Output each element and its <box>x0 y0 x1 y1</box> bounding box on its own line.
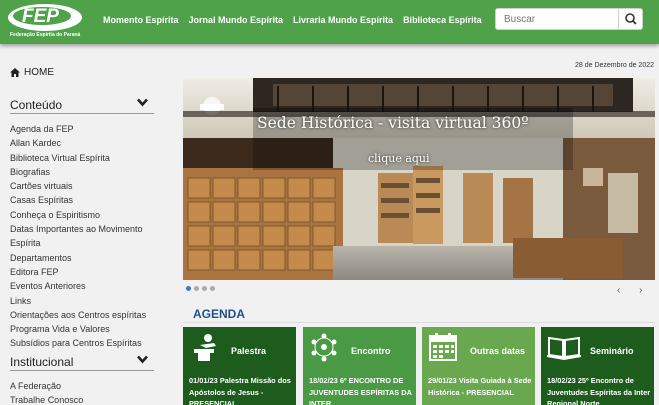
home-icon <box>10 68 20 77</box>
section-title: Institucional <box>10 355 74 369</box>
menu-item-biografias[interactable]: Biografias <box>10 165 160 179</box>
menu-item-casas-espiritas[interactable]: Casas Espíritas <box>10 193 160 207</box>
carousel-indicators <box>186 286 218 291</box>
carousel-arrows: ‹ › <box>617 285 658 296</box>
chevron-down-icon <box>137 98 148 107</box>
menu-item-trabalhe-conosco[interactable]: Trabalhe Conosco <box>10 393 160 405</box>
menu-item-subsidios[interactable]: Subsídios para Centros Espíritas <box>10 336 160 350</box>
current-date: 28 de Dezembro de 2022 <box>575 62 654 69</box>
hero-title: Sede Histórica - visita virtual 360º <box>257 114 529 132</box>
agenda-card-palestra[interactable]: Palestra 01/01/23 Palestra Missão dos Ap… <box>183 327 296 405</box>
section-title: Conteúdo <box>10 98 63 112</box>
card-description: 18/02/23 25º Encontro de Juventudes Espí… <box>547 376 651 405</box>
logo-text: FEP <box>22 6 59 27</box>
hero-slide[interactable]: Sede Histórica - visita virtual 360º cli… <box>183 78 655 280</box>
library-photo <box>183 78 655 280</box>
book-icon <box>546 336 582 361</box>
site-header: FEP Federação Espírita do Paraná Momento… <box>0 0 659 44</box>
menu-item-links[interactable]: Links <box>10 294 160 308</box>
menu-item-cartoes-virtuais[interactable]: Cartões virtuais <box>10 179 160 193</box>
menu-item-agenda[interactable]: Agenda da FEP <box>10 122 160 136</box>
menu-item-eventos-anteriores[interactable]: Eventos Anteriores <box>10 279 160 293</box>
card-description: 29/01/23 Visita Guiada à Sede Histórica … <box>428 376 532 397</box>
menu-item-a-federacao[interactable]: A Federação <box>10 379 160 393</box>
speaker-icon <box>194 334 216 361</box>
group-icon <box>311 333 337 362</box>
agenda-card-encontro[interactable]: Encontro 18/02/23 6º ENCONTRO DE JUVENTU… <box>303 327 416 405</box>
card-description: 18/02/23 6º ENCONTRO DE JUVENTUDES ESPÍR… <box>309 376 412 405</box>
menu-item-conheca-espiritismo[interactable]: Conheça o Espiritismo <box>10 208 160 222</box>
nav-jornal-mundo-espirita[interactable]: Jornal Mundo Espírita <box>189 15 284 25</box>
institucional-menu: A Federação Trabalhe Conosco <box>10 379 160 405</box>
carousel-dot[interactable] <box>186 286 191 291</box>
chevron-right-icon[interactable]: › <box>639 285 642 296</box>
agenda-card-seminario[interactable]: Seminário 18/02/23 25º Encontro de Juven… <box>541 327 654 405</box>
agenda-card-outras-datas[interactable]: Outras datas 29/01/23 Visita Guiada à Se… <box>422 327 535 405</box>
calendar-icon <box>429 333 457 361</box>
fep-logo[interactable]: FEP Federação Espírita do Paraná <box>6 2 84 42</box>
menu-item-biblioteca-virtual[interactable]: Biblioteca Virtual Espírita <box>10 151 160 165</box>
home-link[interactable]: HOME <box>10 67 54 78</box>
card-kind: Outras datas <box>470 346 526 356</box>
conteudo-menu: Agenda da FEP Allan Kardec Biblioteca Vi… <box>10 122 160 351</box>
card-description: 01/01/23 Palestra Missão dos Apóstolos d… <box>189 376 291 405</box>
menu-item-editora-fep[interactable]: Editora FEP <box>10 265 160 279</box>
section-conteudo-header[interactable]: Conteúdo <box>10 96 154 114</box>
menu-item-datas-importantes[interactable]: Datas Importantes ao Movimento Espírita <box>10 222 160 251</box>
menu-item-departamentos[interactable]: Departamentos <box>10 251 160 265</box>
agenda-title: AGENDA <box>193 307 246 321</box>
search-button[interactable] <box>618 9 642 29</box>
card-kind: Encontro <box>351 346 391 356</box>
chevron-down-icon <box>137 355 148 364</box>
hero-cta-link[interactable]: clique aqui <box>368 152 430 165</box>
nav-livraria-mundo-espirita[interactable]: Livraria Mundo Espírita <box>293 15 393 25</box>
home-label: HOME <box>24 67 54 78</box>
logo-subtitle: Federação Espírita do Paraná <box>10 32 81 38</box>
search-box <box>495 8 643 30</box>
card-kind: Palestra <box>231 346 267 356</box>
nav-biblioteca-espirita[interactable]: Biblioteca Espírita <box>403 15 482 25</box>
carousel-dot[interactable] <box>202 286 207 291</box>
top-nav: Momento Espírita Jornal Mundo Espírita L… <box>103 15 492 25</box>
chevron-left-icon[interactable]: ‹ <box>617 285 620 296</box>
section-institucional-header[interactable]: Institucional <box>10 353 154 371</box>
divider <box>183 322 655 323</box>
search-input[interactable] <box>496 9 618 29</box>
nav-momento-espirita[interactable]: Momento Espírita <box>103 15 179 25</box>
carousel-dot[interactable] <box>194 286 199 291</box>
menu-item-allan-kardec[interactable]: Allan Kardec <box>10 136 160 150</box>
carousel-dot[interactable] <box>210 286 215 291</box>
menu-item-orientacoes[interactable]: Orientações aos Centros espíritas <box>10 308 160 322</box>
card-kind: Seminário <box>590 346 634 356</box>
menu-item-vida-valores[interactable]: Programa Vida e Valores <box>10 322 160 336</box>
search-icon <box>625 13 637 25</box>
